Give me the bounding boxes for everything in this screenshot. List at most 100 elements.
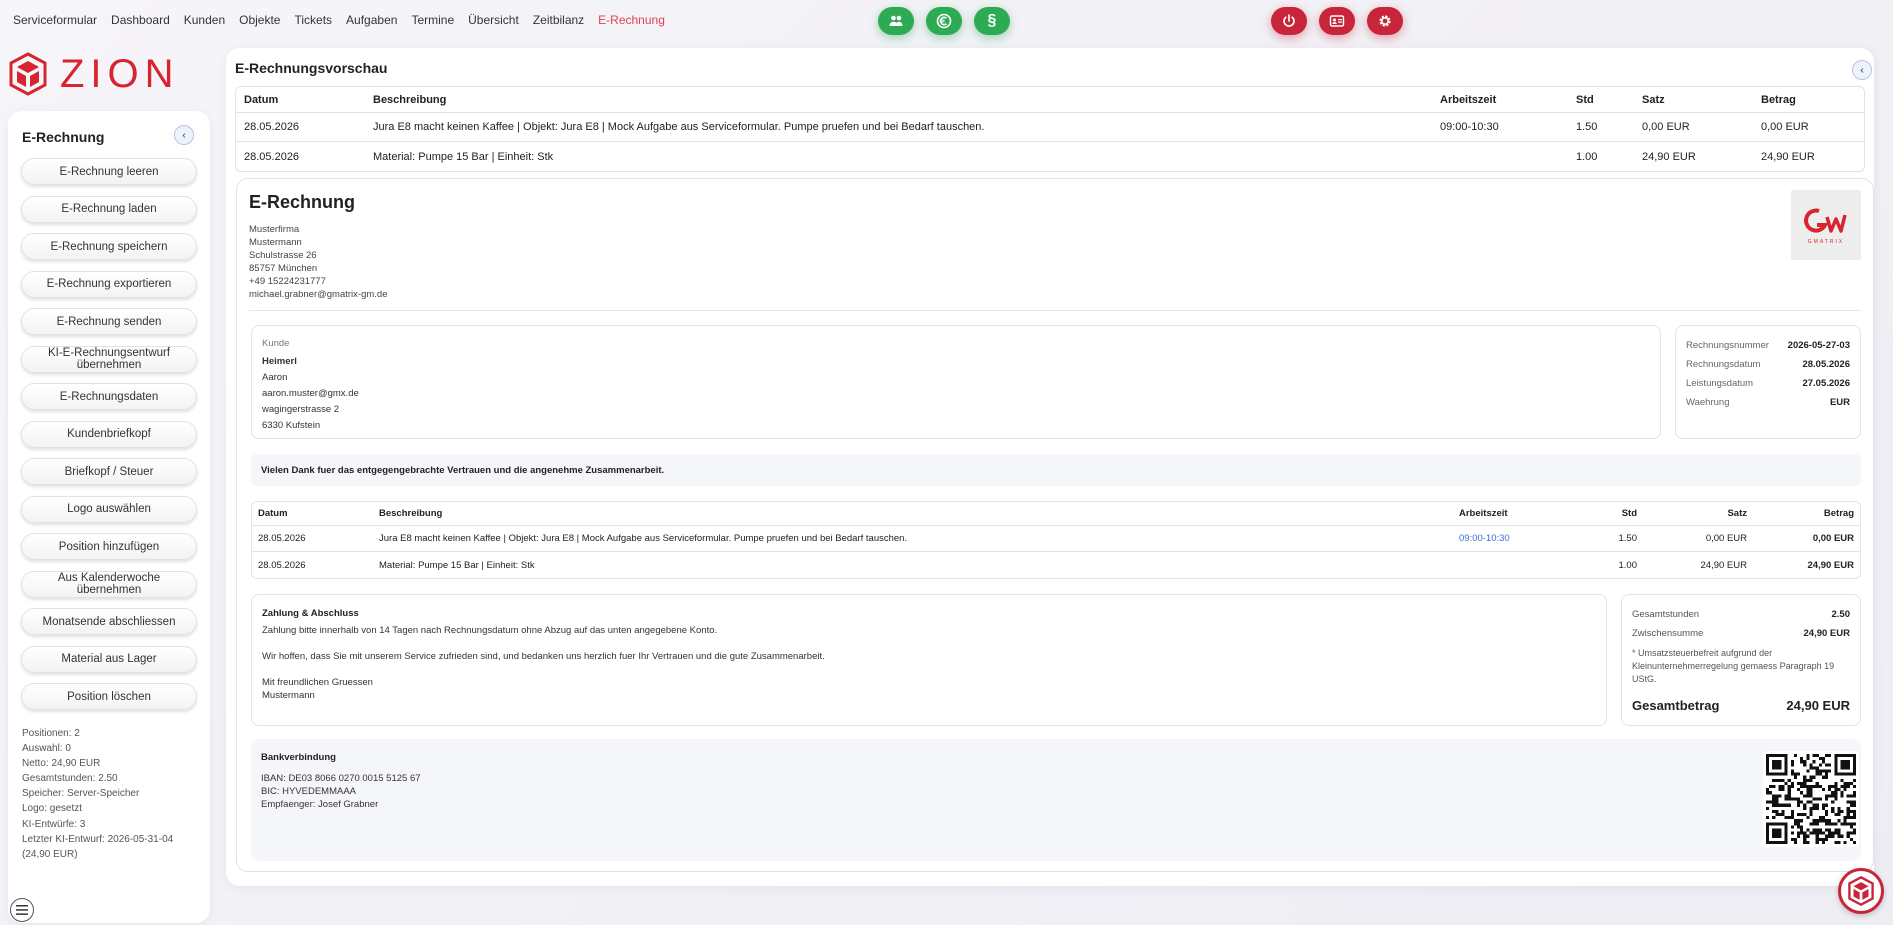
table-row[interactable]: 28.05.2026 Jura E8 macht keinen Kaffee | … — [236, 113, 1864, 142]
customer-box: Kunde Heimerl Aaron aaron.muster@gmx.de wa… — [251, 325, 1661, 439]
nav-link-termine[interactable]: Termine — [411, 13, 454, 27]
meta-label: Rechnungsdatum — [1686, 359, 1761, 370]
chevron-left-icon: ‹ — [1860, 64, 1864, 76]
sidebar-button-2[interactable]: E-Rechnung speichern — [21, 233, 197, 260]
payment-terms: Zahlung bitte innerhalb von 14 Tagen nac… — [262, 625, 718, 636]
settings-button[interactable] — [1367, 7, 1403, 35]
nav-link-kunden[interactable]: Kunden — [184, 13, 225, 27]
table-cell: 24,90 EUR — [1642, 150, 1696, 163]
invoice-items-table: Datum Beschreibung Arbeitszeit Std Satz Betra… — [251, 501, 1861, 579]
nav-link-dashboard[interactable]: Dashboard — [111, 13, 170, 27]
sidebar-button-4[interactable]: E-Rechnung senden — [21, 308, 197, 335]
sender-line: +49 15224231777 — [249, 276, 326, 287]
chevron-left-icon: ‹ — [182, 129, 186, 141]
table-cell: 28.05.2026 — [236, 113, 365, 142]
total-hours-value: 2.50 — [1831, 609, 1851, 620]
table-cell — [1453, 552, 1573, 578]
sender-line: michael.grabner@gmatrix-gm.de — [249, 289, 388, 300]
table-row[interactable]: 28.05.2026 Material: Pumpe 15 Bar | Einhe… — [236, 142, 1864, 171]
customer-label: Kunde — [262, 338, 290, 349]
total-hours-label: Gesamtstunden — [1632, 609, 1700, 620]
legal-button[interactable]: § — [974, 7, 1010, 35]
table-cell: 09:00-10:30 — [1432, 113, 1568, 142]
sidebar-button-12[interactable]: Monatsende abschliessen — [21, 608, 197, 635]
company-logo: GMATRIX — [1791, 190, 1861, 260]
sidebar-button-9[interactable]: Logo auswählen — [21, 495, 197, 523]
nav-link-e-rechnung[interactable]: E-Rechnung — [598, 13, 665, 27]
payment-greeting: Mit freundlichen Gruessen — [262, 677, 373, 688]
preview-collapse-button[interactable]: ‹ — [1852, 60, 1872, 80]
customer-line: wagingerstrasse 2 — [262, 404, 340, 415]
sidebar-button-8[interactable]: Briefkopf / Steuer — [21, 458, 197, 485]
table-cell: 0,00 EUR — [1753, 113, 1864, 142]
sidebar: E-Rechnung ‹ E-Rechnung leeren E-Rechnung… — [8, 111, 210, 923]
column-header: Betrag — [1753, 502, 1860, 526]
meta-label: Waehrung — [1686, 397, 1730, 408]
table-row: 28.05.2026 Jura E8 macht keinen Kaffee | … — [252, 526, 1860, 552]
payment-qr-code — [1763, 751, 1859, 847]
customers-button[interactable] — [878, 7, 914, 35]
power-icon — [1283, 14, 1295, 27]
table-cell: 24,90 EUR — [1700, 559, 1747, 571]
table-cell: 28.05.2026 — [244, 150, 300, 163]
column-header: Satz — [1634, 87, 1753, 113]
profile-button[interactable] — [1319, 7, 1355, 35]
table-row: 28.05.2026 Material: Pumpe 15 Bar | Einhe… — [252, 552, 1860, 578]
nav-link-serviceformular[interactable]: Serviceformular — [13, 13, 97, 27]
sidebar-button-3[interactable]: E-Rechnung exportieren — [21, 270, 197, 298]
table-cell: 24,90 EUR — [1807, 559, 1854, 571]
sidebar-button-1[interactable]: E-Rechnung laden — [21, 195, 197, 223]
sidebar-stat: Positionen: 2 — [22, 728, 80, 739]
table-cell: 09:00-10:30 — [1453, 526, 1573, 552]
tax-note: * Umsatzsteuerbefreit aufgrund der Klein… — [1632, 648, 1835, 684]
table-cell: 28.05.2026 — [252, 526, 373, 552]
table-cell: 24,90 EUR — [1761, 150, 1815, 163]
grand-total-label: Gesamtbetrag — [1632, 698, 1720, 713]
sidebar-collapse-button[interactable]: ‹ — [174, 125, 194, 145]
sender-line: 85757 München — [249, 263, 318, 274]
column-header: Beschreibung — [373, 502, 1453, 526]
nav-link-aufgaben[interactable]: Aufgaben — [346, 13, 397, 27]
sidebar-button-14[interactable]: Position löschen — [21, 683, 197, 710]
thanks-message: Vielen Dank fuer das entgegengebrachte V… — [251, 454, 1861, 486]
nav-link-zeitbilanz[interactable]: Zeitbilanz — [533, 13, 584, 27]
table-cell: 0,00 EUR — [1643, 526, 1753, 552]
column-header: Beschreibung — [365, 87, 1432, 113]
assistant-button[interactable] — [1838, 868, 1884, 914]
nav-link--bersicht[interactable]: Übersicht — [468, 13, 519, 27]
bank-bic: BIC: HYVEDEMMAAA — [261, 786, 357, 797]
sender-line: Schulstrasse 26 — [249, 250, 317, 261]
sidebar-button-6[interactable]: E-Rechnungsdaten — [21, 383, 197, 410]
sidebar-button-10[interactable]: Position hinzufügen — [21, 533, 197, 560]
payment-closing: Wir hoffen, dass Sie mit unserem Service… — [262, 651, 825, 662]
hamburger-icon — [16, 905, 28, 915]
gear-icon — [1379, 15, 1391, 27]
sidebar-button-7[interactable]: Kundenbriefkopf — [21, 420, 197, 448]
paragraph-icon: § — [987, 12, 997, 29]
nav-link-objekte[interactable]: Objekte — [239, 13, 280, 27]
sidebar-button-13[interactable]: Material aus Lager — [21, 645, 197, 673]
preview-table: Datum Beschreibung Arbeitszeit Std Satz Betra… — [235, 86, 1865, 172]
column-header: Std — [1568, 87, 1634, 113]
logout-button[interactable] — [1271, 7, 1307, 35]
sidebar-stat: KI-Entwürfe: 3 — [22, 818, 86, 830]
menu-button[interactable] — [10, 898, 34, 922]
customer-name: Heimerl — [262, 356, 297, 367]
company-logo-text: GMATRIX — [1807, 239, 1845, 245]
invoice-document: E-Rechnung Musterfirma Mustermann Schulstr… — [236, 178, 1874, 872]
sidebar-button-0[interactable]: E-Rechnung leeren — [21, 158, 197, 185]
sidebar-button-11[interactable]: Aus Kalenderwoche übernehmen — [21, 570, 197, 598]
nav-link-tickets[interactable]: Tickets — [294, 13, 332, 27]
nav-links: Serviceformular Dashboard Kunden Objekte Tic… — [13, 13, 665, 27]
table-cell: 1.00 — [1576, 150, 1598, 163]
brand-logo[interactable]: ZION — [8, 52, 180, 96]
meta-label: Rechnungsnummer — [1686, 340, 1769, 351]
invoice-sender: Musterfirma Mustermann Schulstrasse 26 8575… — [249, 223, 387, 301]
column-header: Datum — [252, 502, 373, 526]
subtotal-label: Zwischensumme — [1632, 628, 1704, 639]
sidebar-button-5[interactable]: KI-E-Rechnungsentwurf übernehmen — [21, 345, 197, 373]
table-cell: 0,00 EUR — [1753, 526, 1860, 552]
invoice-meta: Rechnungsnummer 2026-05-27-03 Rechnungsdat… — [1675, 325, 1861, 439]
sender-line: Musterfirma — [249, 224, 300, 235]
finance-button[interactable] — [926, 7, 962, 35]
